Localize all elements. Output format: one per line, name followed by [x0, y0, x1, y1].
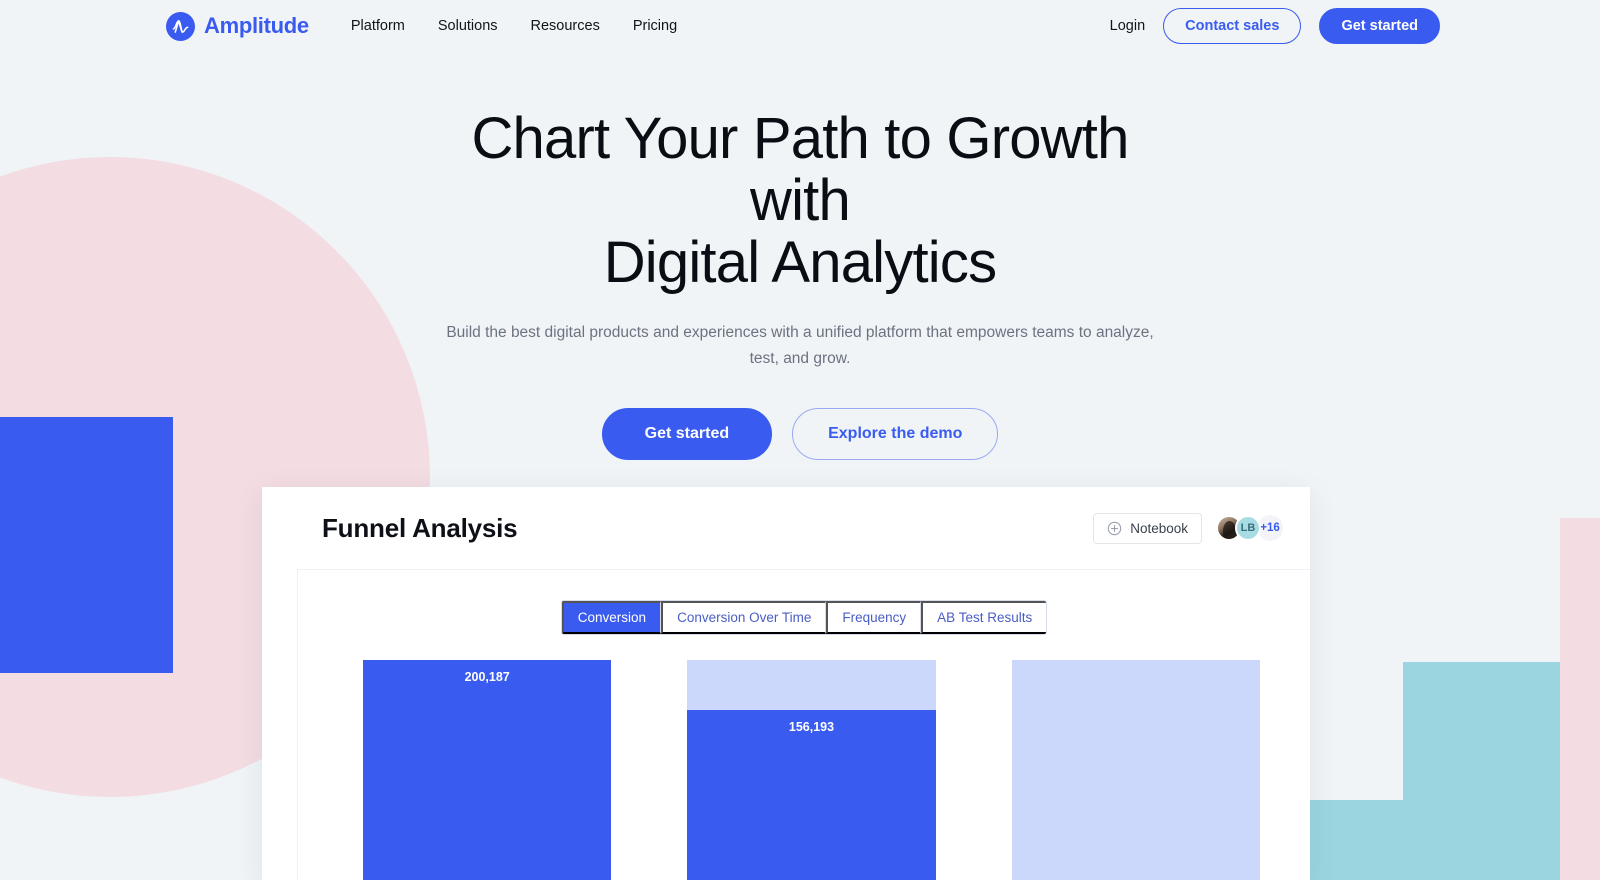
funnel-bar-column: 200,187	[363, 660, 612, 880]
header-actions: Login Contact sales Get started	[1110, 8, 1440, 44]
notebook-button[interactable]: Notebook	[1093, 512, 1202, 544]
avatar[interactable]: LB	[1235, 515, 1261, 541]
get-started-button-header[interactable]: Get started	[1319, 8, 1440, 44]
primary-nav: Platform Solutions Resources Pricing	[351, 18, 677, 34]
funnel-bar-segment-converted[interactable]: 156,193	[687, 709, 936, 880]
analysis-tabs: Conversion Conversion Over Time Frequenc…	[298, 570, 1310, 635]
explore-the-demo-button[interactable]: Explore the demo	[792, 408, 999, 460]
tab-conversion-over-time[interactable]: Conversion Over Time	[661, 601, 827, 634]
funnel-bar-chart: 200,187 156,193	[363, 660, 1260, 880]
funnel-bar-segment-converted[interactable]: 200,187	[363, 660, 612, 880]
card-body: Conversion Conversion Over Time Frequenc…	[297, 569, 1310, 880]
funnel-bar-column: 156,193	[687, 660, 936, 880]
funnel-bar-value-label: 156,193	[788, 719, 835, 734]
hero-title-line-1: Chart Your Path to Growth with	[471, 106, 1129, 233]
contact-sales-button[interactable]: Contact sales	[1163, 8, 1302, 44]
get-started-button-hero[interactable]: Get started	[601, 408, 773, 460]
brand-name: Amplitude	[204, 13, 309, 38]
card-header-actions: Notebook LB +16	[1093, 512, 1283, 544]
nav-item-solutions[interactable]: Solutions	[438, 18, 498, 34]
card-header: Funnel Analysis Notebook LB +16	[262, 487, 1310, 569]
nav-item-resources[interactable]: Resources	[531, 18, 600, 34]
hero-subtitle: Build the best digital products and expe…	[446, 324, 1154, 367]
site-header: Amplitude Platform Solutions Resources P…	[0, 0, 1600, 52]
plus-circle-icon	[1107, 521, 1122, 536]
hero-section: Chart Your Path to Growth with Digital A…	[0, 52, 1600, 460]
nav-item-pricing[interactable]: Pricing	[633, 18, 677, 34]
login-link[interactable]: Login	[1110, 18, 1145, 34]
card-title: Funnel Analysis	[322, 512, 518, 543]
collaborator-avatars: LB	[1216, 515, 1261, 541]
funnel-bar-segment-dropoff	[1011, 660, 1260, 880]
decor-pink-bar	[1560, 518, 1600, 880]
page-title: Chart Your Path to Growth with Digital A…	[430, 108, 1170, 294]
tab-group: Conversion Conversion Over Time Frequenc…	[560, 600, 1048, 635]
hero-title-line-2: Digital Analytics	[603, 230, 997, 295]
notebook-button-label: Notebook	[1130, 520, 1188, 536]
tab-conversion[interactable]: Conversion	[561, 601, 662, 634]
funnel-analysis-card: Funnel Analysis Notebook LB +16 Conversi…	[262, 487, 1310, 880]
decor-teal-step-high	[1403, 662, 1560, 880]
brand-logo-link[interactable]: Amplitude	[166, 11, 309, 41]
tab-frequency[interactable]: Frequency	[826, 601, 922, 634]
funnel-bar-segment-dropoff	[687, 660, 936, 710]
tab-ab-test-results[interactable]: AB Test Results	[921, 601, 1047, 634]
funnel-bar-column	[1011, 660, 1260, 880]
hero-cta-group: Get started Explore the demo	[0, 408, 1600, 460]
nav-item-platform[interactable]: Platform	[351, 18, 405, 34]
amplitude-logo-icon	[166, 11, 195, 41]
funnel-bar-value-label: 200,187	[464, 670, 510, 684]
